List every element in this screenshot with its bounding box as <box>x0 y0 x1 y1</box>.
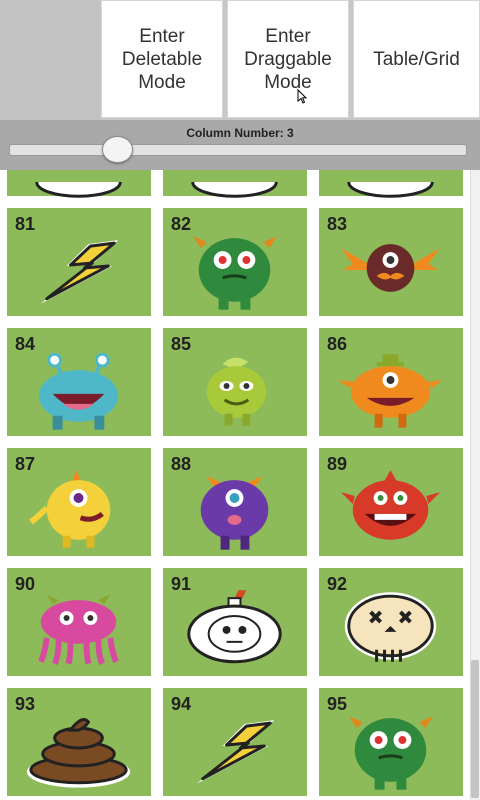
tile-number: 89 <box>327 454 348 474</box>
grid-tile[interactable]: 89 <box>319 448 463 556</box>
top-toolbar: Enter Deletable Mode Enter Draggable Mod… <box>0 0 480 120</box>
grid-tile[interactable]: 86 <box>319 328 463 436</box>
monster-grid[interactable]: 81 82 83 84 85 86 87 88 89 90 91 92 93 9… <box>0 170 470 800</box>
scrollbar-thumb[interactable] <box>471 660 479 798</box>
tile-number: 92 <box>327 574 348 594</box>
column-number-label: Column Number: 3 <box>186 126 294 140</box>
grid-tile[interactable]: 93 <box>7 688 151 796</box>
grid-tile-partial[interactable] <box>319 170 463 198</box>
tile-number: 81 <box>15 214 36 234</box>
grid-tile[interactable]: 84 <box>7 328 151 436</box>
grid-tile[interactable]: 92 <box>319 568 463 676</box>
mouse-cursor-icon <box>297 89 307 104</box>
tile-number: 94 <box>171 694 192 714</box>
grid-tile[interactable]: 81 <box>7 208 151 316</box>
column-slider-track[interactable] <box>9 144 467 156</box>
tile-number: 86 <box>327 334 348 354</box>
grid-tile[interactable]: 87 <box>7 448 151 556</box>
grid-tile[interactable]: 85 <box>163 328 307 436</box>
tile-number: 91 <box>171 574 192 594</box>
table-grid-button[interactable]: Table/Grid <box>353 0 480 118</box>
tile-number: 95 <box>327 694 348 714</box>
enter-draggable-mode-button[interactable]: Enter Draggable Mode <box>227 0 349 118</box>
grid-tile-partial[interactable] <box>163 170 307 198</box>
tile-number: 83 <box>327 214 348 234</box>
tile-number: 87 <box>15 454 36 474</box>
tile-number: 85 <box>171 334 192 354</box>
grid-tile[interactable]: 90 <box>7 568 151 676</box>
grid-tile-partial[interactable] <box>7 170 151 198</box>
grid-tile[interactable]: 88 <box>163 448 307 556</box>
tile-number: 90 <box>15 574 36 594</box>
grid-tile[interactable]: 94 <box>163 688 307 796</box>
tile-number: 93 <box>15 694 36 714</box>
tile-number: 82 <box>171 214 192 234</box>
grid-tile[interactable]: 95 <box>319 688 463 796</box>
enter-deletable-mode-button[interactable]: Enter Deletable Mode <box>101 0 223 118</box>
grid-tile[interactable]: 82 <box>163 208 307 316</box>
grid-tile[interactable]: 83 <box>319 208 463 316</box>
tile-number: 88 <box>171 454 192 474</box>
grid-tile[interactable]: 91 <box>163 568 307 676</box>
toolbar-spacer <box>0 0 100 120</box>
tile-number: 84 <box>15 334 36 354</box>
